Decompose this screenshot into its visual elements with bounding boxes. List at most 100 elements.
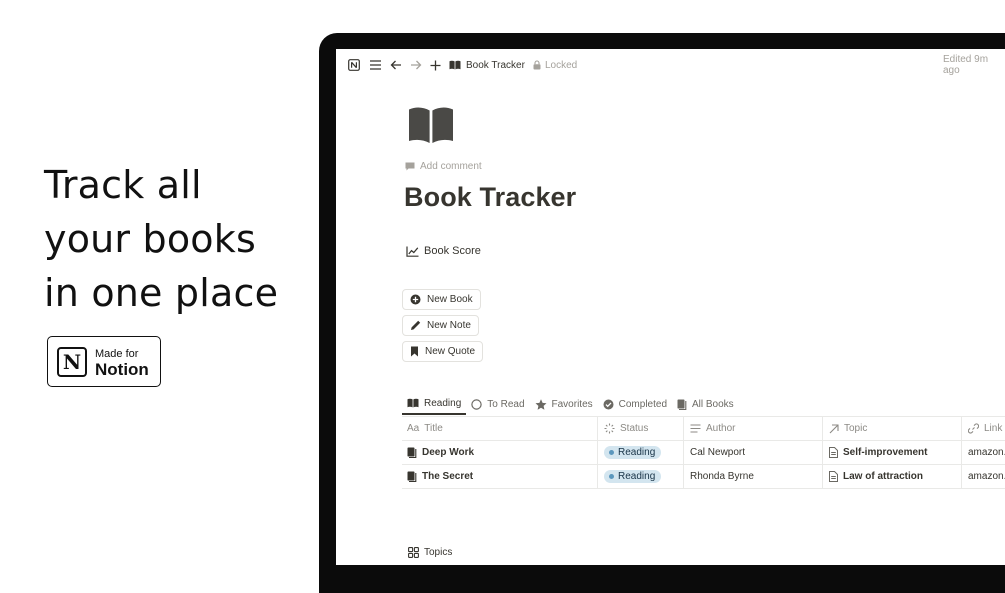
breadcrumb-title: Book Tracker — [466, 59, 525, 71]
cell-link-text: amazon.c — [968, 471, 1005, 482]
cell-author[interactable]: Cal Newport — [683, 441, 822, 464]
cell-topic-text: Law of attraction — [843, 471, 924, 482]
cell-title-text: Deep Work — [422, 447, 475, 458]
back-arrow-icon[interactable] — [390, 58, 402, 72]
notion-app-icon[interactable] — [348, 58, 360, 72]
menu-icon[interactable] — [369, 58, 382, 72]
column-header-author-label: Author — [706, 423, 736, 434]
headline-line-1: Track all — [44, 163, 202, 207]
status-icon — [604, 423, 615, 434]
lock-status-label: Locked — [545, 59, 578, 71]
cell-title[interactable]: Deep Work — [402, 441, 597, 464]
text-lines-icon — [690, 424, 701, 433]
document-icon — [829, 471, 838, 482]
notion-logo-icon: N — [57, 346, 87, 377]
headline-line-2: your books — [44, 217, 256, 261]
status-badge: Reading — [604, 446, 662, 459]
books-icon — [677, 399, 687, 410]
pencil-icon — [411, 320, 421, 330]
check-circle-icon — [603, 399, 614, 409]
circle-icon — [471, 398, 482, 410]
status-dot — [609, 450, 614, 455]
cell-topic-text: Self-improvement — [843, 447, 928, 458]
column-header-title[interactable]: Aa Title — [402, 417, 597, 440]
new-quote-label: New Quote — [425, 346, 476, 357]
tab-completed[interactable]: Completed — [598, 393, 672, 415]
table-row[interactable]: The Secret Reading Rhonda Byrne Law of a… — [402, 465, 1005, 489]
cell-link-text: amazon.c — [968, 447, 1005, 458]
breadcrumb[interactable]: Book Tracker — [449, 58, 525, 72]
table-row[interactable]: Deep Work Reading Cal Newport Self-impro… — [402, 441, 1005, 465]
plus-circle-icon — [410, 294, 421, 305]
tab-to-read[interactable]: To Read — [466, 393, 529, 415]
new-note-label: New Note — [427, 320, 471, 331]
page-title[interactable]: Book Tracker — [404, 182, 576, 213]
top-bar: Book Tracker Locked Edited 9m ago — [336, 49, 1005, 81]
page-book-icon[interactable] — [408, 106, 454, 149]
book-page-icon — [407, 471, 417, 482]
link-icon — [968, 423, 979, 434]
cell-author-text: Cal Newport — [690, 447, 746, 458]
made-for-notion-badge: N Made for Notion — [47, 336, 161, 387]
cell-topic[interactable]: Law of attraction — [822, 465, 961, 488]
add-page-icon[interactable] — [430, 58, 441, 72]
column-header-title-label: Title — [424, 423, 443, 434]
promo-headline: Track all your books in one place — [44, 158, 278, 320]
title-type-icon: Aa — [407, 423, 420, 434]
new-book-button[interactable]: New Book — [402, 289, 481, 310]
book-score-label: Book Score — [424, 245, 481, 257]
column-header-topic-label: Topic — [844, 423, 868, 434]
book-score-link[interactable]: Book Score — [406, 245, 481, 257]
star-icon — [535, 398, 547, 410]
add-comment-button[interactable]: Add comment — [405, 161, 482, 172]
status-dot — [609, 474, 614, 479]
add-comment-label: Add comment — [420, 161, 482, 172]
cell-status[interactable]: Reading — [597, 465, 683, 488]
cell-link[interactable]: amazon.c — [961, 441, 1005, 464]
new-book-label: New Book — [427, 294, 473, 305]
cell-author[interactable]: Rhonda Byrne — [683, 465, 822, 488]
book-page-icon — [407, 447, 417, 458]
tab-reading[interactable]: Reading — [402, 393, 467, 415]
open-book-icon — [407, 398, 419, 408]
lock-icon — [533, 60, 541, 70]
document-icon — [829, 447, 838, 458]
line-chart-icon — [406, 246, 419, 257]
headline-line-3: in one place — [44, 271, 279, 315]
view-tabs: Reading To Read Favorites Completed All … — [402, 393, 739, 415]
status-badge-label: Reading — [618, 471, 656, 482]
column-header-link-label: Link — [984, 423, 1003, 434]
badge-line-2: Notion — [95, 359, 149, 379]
cell-title[interactable]: The Secret — [402, 465, 597, 488]
notion-window: Book Tracker Locked Edited 9m ago Add co… — [336, 49, 1005, 565]
cell-topic[interactable]: Self-improvement — [822, 441, 961, 464]
new-quote-button[interactable]: New Quote — [402, 341, 484, 362]
books-table: Aa Title Status Author Topic Link Deep W… — [402, 416, 1005, 489]
column-header-topic[interactable]: Topic — [822, 417, 961, 440]
lock-status[interactable]: Locked — [533, 58, 577, 72]
tab-all-books[interactable]: All Books — [672, 393, 739, 415]
new-note-button[interactable]: New Note — [402, 315, 479, 336]
column-header-status[interactable]: Status — [597, 417, 683, 440]
tab-to-read-label: To Read — [487, 398, 525, 410]
gallery-grid-icon — [408, 547, 419, 558]
tab-favorites[interactable]: Favorites — [530, 393, 598, 415]
column-header-status-label: Status — [620, 423, 649, 434]
topics-label: Topics — [424, 547, 453, 558]
table-header-row: Aa Title Status Author Topic Link — [402, 416, 1005, 441]
column-header-author[interactable]: Author — [683, 417, 822, 440]
topics-section-header[interactable]: Topics — [408, 547, 452, 558]
status-badge-label: Reading — [618, 447, 656, 458]
cell-title-text: The Secret — [422, 471, 474, 482]
cell-status[interactable]: Reading — [597, 441, 683, 464]
forward-arrow-icon[interactable] — [410, 58, 422, 72]
status-badge: Reading — [604, 470, 662, 483]
open-book-icon — [449, 60, 461, 70]
relation-arrow-icon — [829, 423, 839, 433]
tab-all-books-label: All Books — [692, 398, 734, 410]
edited-timestamp: Edited 9m ago — [943, 54, 989, 76]
cell-link[interactable]: amazon.c — [961, 465, 1005, 488]
column-header-link[interactable]: Link — [961, 417, 1005, 440]
tab-completed-label: Completed — [618, 398, 667, 410]
cell-author-text: Rhonda Byrne — [690, 471, 754, 482]
